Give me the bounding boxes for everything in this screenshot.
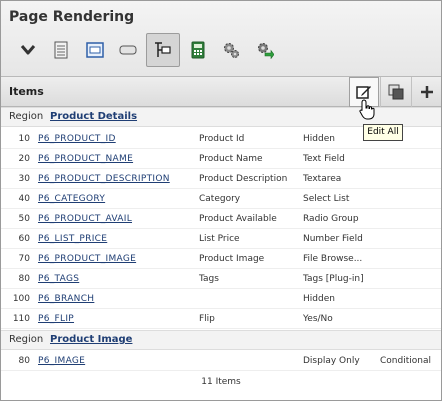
item-name-link[interactable]: P6_CATEGORY bbox=[38, 189, 105, 209]
button-icon bbox=[119, 45, 137, 55]
items-bar: Items bbox=[1, 77, 441, 107]
table-row[interactable]: 30 P6_PRODUCT_DESCRIPTION Product Descri… bbox=[1, 169, 441, 189]
item-name-link[interactable]: P6_BRANCH bbox=[38, 289, 94, 309]
item-type: Radio Group bbox=[303, 214, 359, 224]
add-item-button[interactable] bbox=[411, 77, 441, 107]
page-view-button[interactable] bbox=[44, 33, 78, 67]
item-sequence: 50 bbox=[18, 214, 30, 224]
collapse-button[interactable] bbox=[11, 33, 45, 67]
copy-icon bbox=[388, 84, 403, 100]
item-name-link[interactable]: P6_PRODUCT_DESCRIPTION bbox=[38, 169, 170, 189]
region-label: Region bbox=[9, 111, 44, 122]
item-type: Number Field bbox=[303, 234, 363, 244]
computation-icon bbox=[191, 41, 205, 59]
item-name-link[interactable]: P6_LIST_PRICE bbox=[38, 229, 107, 249]
item-label: List Price bbox=[199, 234, 240, 244]
item-type: Select List bbox=[303, 194, 350, 204]
table-row[interactable]: 80 P6_IMAGE Display Only Conditional bbox=[1, 351, 441, 371]
item-type: Display Only bbox=[303, 356, 360, 366]
table-row[interactable]: 50 P6_PRODUCT_AVAIL Product Available Ra… bbox=[1, 209, 441, 229]
item-type: Textarea bbox=[303, 174, 342, 184]
plus-icon bbox=[420, 86, 433, 98]
process-gear-icon bbox=[224, 43, 239, 58]
processes-button[interactable] bbox=[214, 33, 248, 67]
region-label: Region bbox=[9, 334, 44, 345]
item-sequence: 80 bbox=[18, 274, 30, 284]
branch-gear-icon bbox=[258, 43, 274, 59]
item-label: Product Image bbox=[199, 254, 265, 264]
item-type: Text Field bbox=[303, 154, 345, 164]
item-type: Tags [Plug-in] bbox=[303, 274, 364, 284]
edit-icon bbox=[356, 86, 371, 99]
page-rendering-panel: Page Rendering Items Edit All Region Pro… bbox=[0, 0, 442, 401]
page-icon bbox=[54, 41, 68, 59]
regions-button[interactable] bbox=[78, 33, 112, 67]
table-row[interactable]: 70 P6_PRODUCT_IMAGE Product Image File B… bbox=[1, 249, 441, 269]
item-tree-icon bbox=[155, 42, 171, 57]
item-sequence: 100 bbox=[12, 294, 30, 304]
hand-cursor-icon bbox=[359, 99, 375, 125]
table-row[interactable]: 40 P6_CATEGORY Category Select List bbox=[1, 189, 441, 209]
item-label: Product Id bbox=[199, 134, 245, 144]
region-icon bbox=[86, 42, 104, 58]
item-label: Product Description bbox=[199, 174, 288, 184]
item-type: Hidden bbox=[303, 134, 335, 144]
region-link[interactable]: Product Image bbox=[50, 331, 132, 349]
chevron-down-icon bbox=[20, 45, 36, 55]
branches-button[interactable] bbox=[248, 33, 282, 67]
item-name-link[interactable]: P6_PRODUCT_AVAIL bbox=[38, 209, 132, 229]
item-name-link[interactable]: P6_PRODUCT_IMAGE bbox=[38, 249, 136, 269]
table-row[interactable]: 110 P6_FLIP Flip Yes/No bbox=[1, 309, 441, 329]
item-sequence: 20 bbox=[18, 154, 30, 164]
item-type: Hidden bbox=[303, 294, 335, 304]
table-row[interactable]: 60 P6_LIST_PRICE List Price Number Field bbox=[1, 229, 441, 249]
region-header-product-image: Region Product Image bbox=[1, 330, 441, 350]
item-sequence: 110 bbox=[12, 314, 30, 324]
item-name-link[interactable]: P6_IMAGE bbox=[38, 351, 85, 371]
item-label: Tags bbox=[199, 274, 219, 284]
item-name-link[interactable]: P6_PRODUCT_NAME bbox=[38, 149, 133, 169]
item-label: Product Available bbox=[199, 214, 277, 224]
buttons-button[interactable] bbox=[111, 33, 145, 67]
item-label: Product Name bbox=[199, 154, 263, 164]
item-name-link[interactable]: P6_PRODUCT_ID bbox=[38, 129, 116, 149]
edit-all-tooltip: Edit All bbox=[363, 124, 403, 141]
item-name-link[interactable]: P6_FLIP bbox=[38, 309, 74, 329]
item-sequence: 80 bbox=[18, 356, 30, 366]
computations-button[interactable] bbox=[181, 33, 215, 67]
table-row[interactable]: 20 P6_PRODUCT_NAME Product Name Text Fie… bbox=[1, 149, 441, 169]
copy-button[interactable] bbox=[380, 77, 410, 107]
items-title: Items bbox=[9, 85, 44, 98]
panel-title: Page Rendering bbox=[9, 9, 135, 25]
item-type: File Browse... bbox=[303, 254, 363, 264]
item-label: Category bbox=[199, 194, 241, 204]
table-row[interactable]: 100 P6_BRANCH Hidden bbox=[1, 289, 441, 309]
item-name-link[interactable]: P6_TAGS bbox=[38, 269, 79, 289]
items-count: 11 Items bbox=[201, 377, 241, 387]
panel-header: Page Rendering bbox=[1, 1, 441, 77]
item-sequence: 60 bbox=[18, 234, 30, 244]
item-sequence: 30 bbox=[18, 174, 30, 184]
item-sequence: 40 bbox=[18, 194, 30, 204]
item-condition: Conditional bbox=[380, 356, 431, 366]
table-row[interactable]: 80 P6_TAGS Tags Tags [Plug-in] bbox=[1, 269, 441, 289]
region-link[interactable]: Product Details bbox=[50, 108, 137, 126]
items-view-button[interactable] bbox=[146, 33, 180, 67]
item-type: Yes/No bbox=[303, 314, 333, 324]
item-sequence: 10 bbox=[18, 134, 30, 144]
item-label: Flip bbox=[199, 314, 215, 324]
item-sequence: 70 bbox=[18, 254, 30, 264]
